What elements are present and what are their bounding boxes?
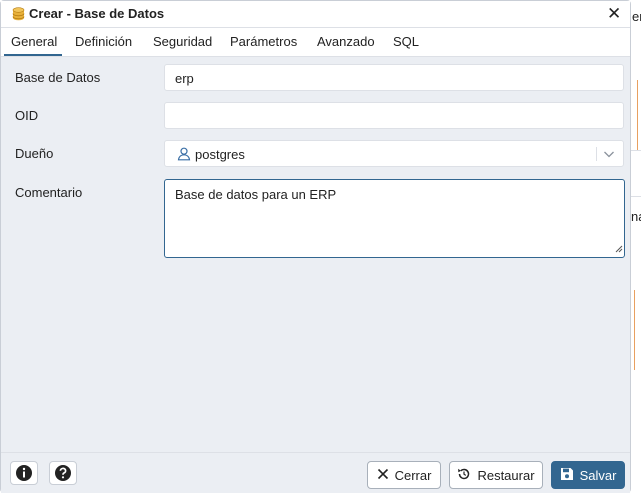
owner-select[interactable]: postgres <box>164 140 624 167</box>
owner-label: Dueño <box>15 146 54 161</box>
tab-definicion[interactable]: Definición <box>75 34 132 49</box>
tab-general[interactable]: General <box>11 34 57 49</box>
oid-input[interactable] <box>164 102 624 129</box>
background-divider <box>631 150 641 151</box>
save-icon <box>560 467 574 484</box>
close-button-label: Cerrar <box>394 467 432 483</box>
x-icon <box>377 468 389 483</box>
reset-icon <box>457 467 471 484</box>
background-text-mid: na <box>631 209 641 224</box>
close-button[interactable]: Cerrar <box>367 461 441 489</box>
background-chart-line-top <box>637 80 638 150</box>
comment-label: Comentario <box>15 185 83 200</box>
user-icon <box>177 147 191 164</box>
database-name-label: Base de Datos <box>15 70 101 85</box>
info-icon <box>16 465 32 481</box>
help-icon <box>55 465 71 481</box>
tab-bar: General Definición Seguridad Parámetros … <box>1 28 630 57</box>
resize-handle-icon[interactable] <box>615 241 623 256</box>
background-panel: er na <box>631 0 641 495</box>
comment-value: Base de datos para un ERP <box>175 187 337 202</box>
oid-label: OID <box>15 108 39 123</box>
dialog-titlebar[interactable]: Crear - Base de Datos ✕ <box>1 1 630 28</box>
database-name-input[interactable]: erp <box>164 64 624 91</box>
dialog-title: Crear - Base de Datos <box>29 6 165 21</box>
tab-parametros[interactable]: Parámetros <box>230 34 297 49</box>
background-chart-line-bottom <box>634 290 635 370</box>
tab-sql[interactable]: SQL <box>393 34 419 49</box>
chevron-down-icon[interactable] <box>603 148 615 163</box>
active-tab-indicator <box>4 54 62 56</box>
select-separator <box>596 147 597 161</box>
reset-button-label: Restaurar <box>477 467 535 483</box>
help-button[interactable] <box>49 461 77 485</box>
reset-button[interactable]: Restaurar <box>449 461 543 489</box>
info-button[interactable] <box>10 461 38 485</box>
tab-avanzado[interactable]: Avanzado <box>317 34 375 49</box>
owner-value: postgres <box>195 147 245 162</box>
background-divider <box>631 196 641 197</box>
dialog-footer: Cerrar Restaurar Salvar <box>1 452 630 493</box>
database-name-value: erp <box>175 71 194 86</box>
save-button[interactable]: Salvar <box>551 461 625 489</box>
tab-seguridad[interactable]: Seguridad <box>153 34 212 49</box>
close-icon[interactable]: ✕ <box>607 5 621 22</box>
create-database-dialog: Crear - Base de Datos ✕ General Definici… <box>0 0 631 493</box>
database-icon <box>12 7 25 24</box>
comment-textarea[interactable]: Base de datos para un ERP <box>164 179 625 258</box>
background-text-top: er <box>632 9 641 24</box>
save-button-label: Salvar <box>579 467 617 483</box>
